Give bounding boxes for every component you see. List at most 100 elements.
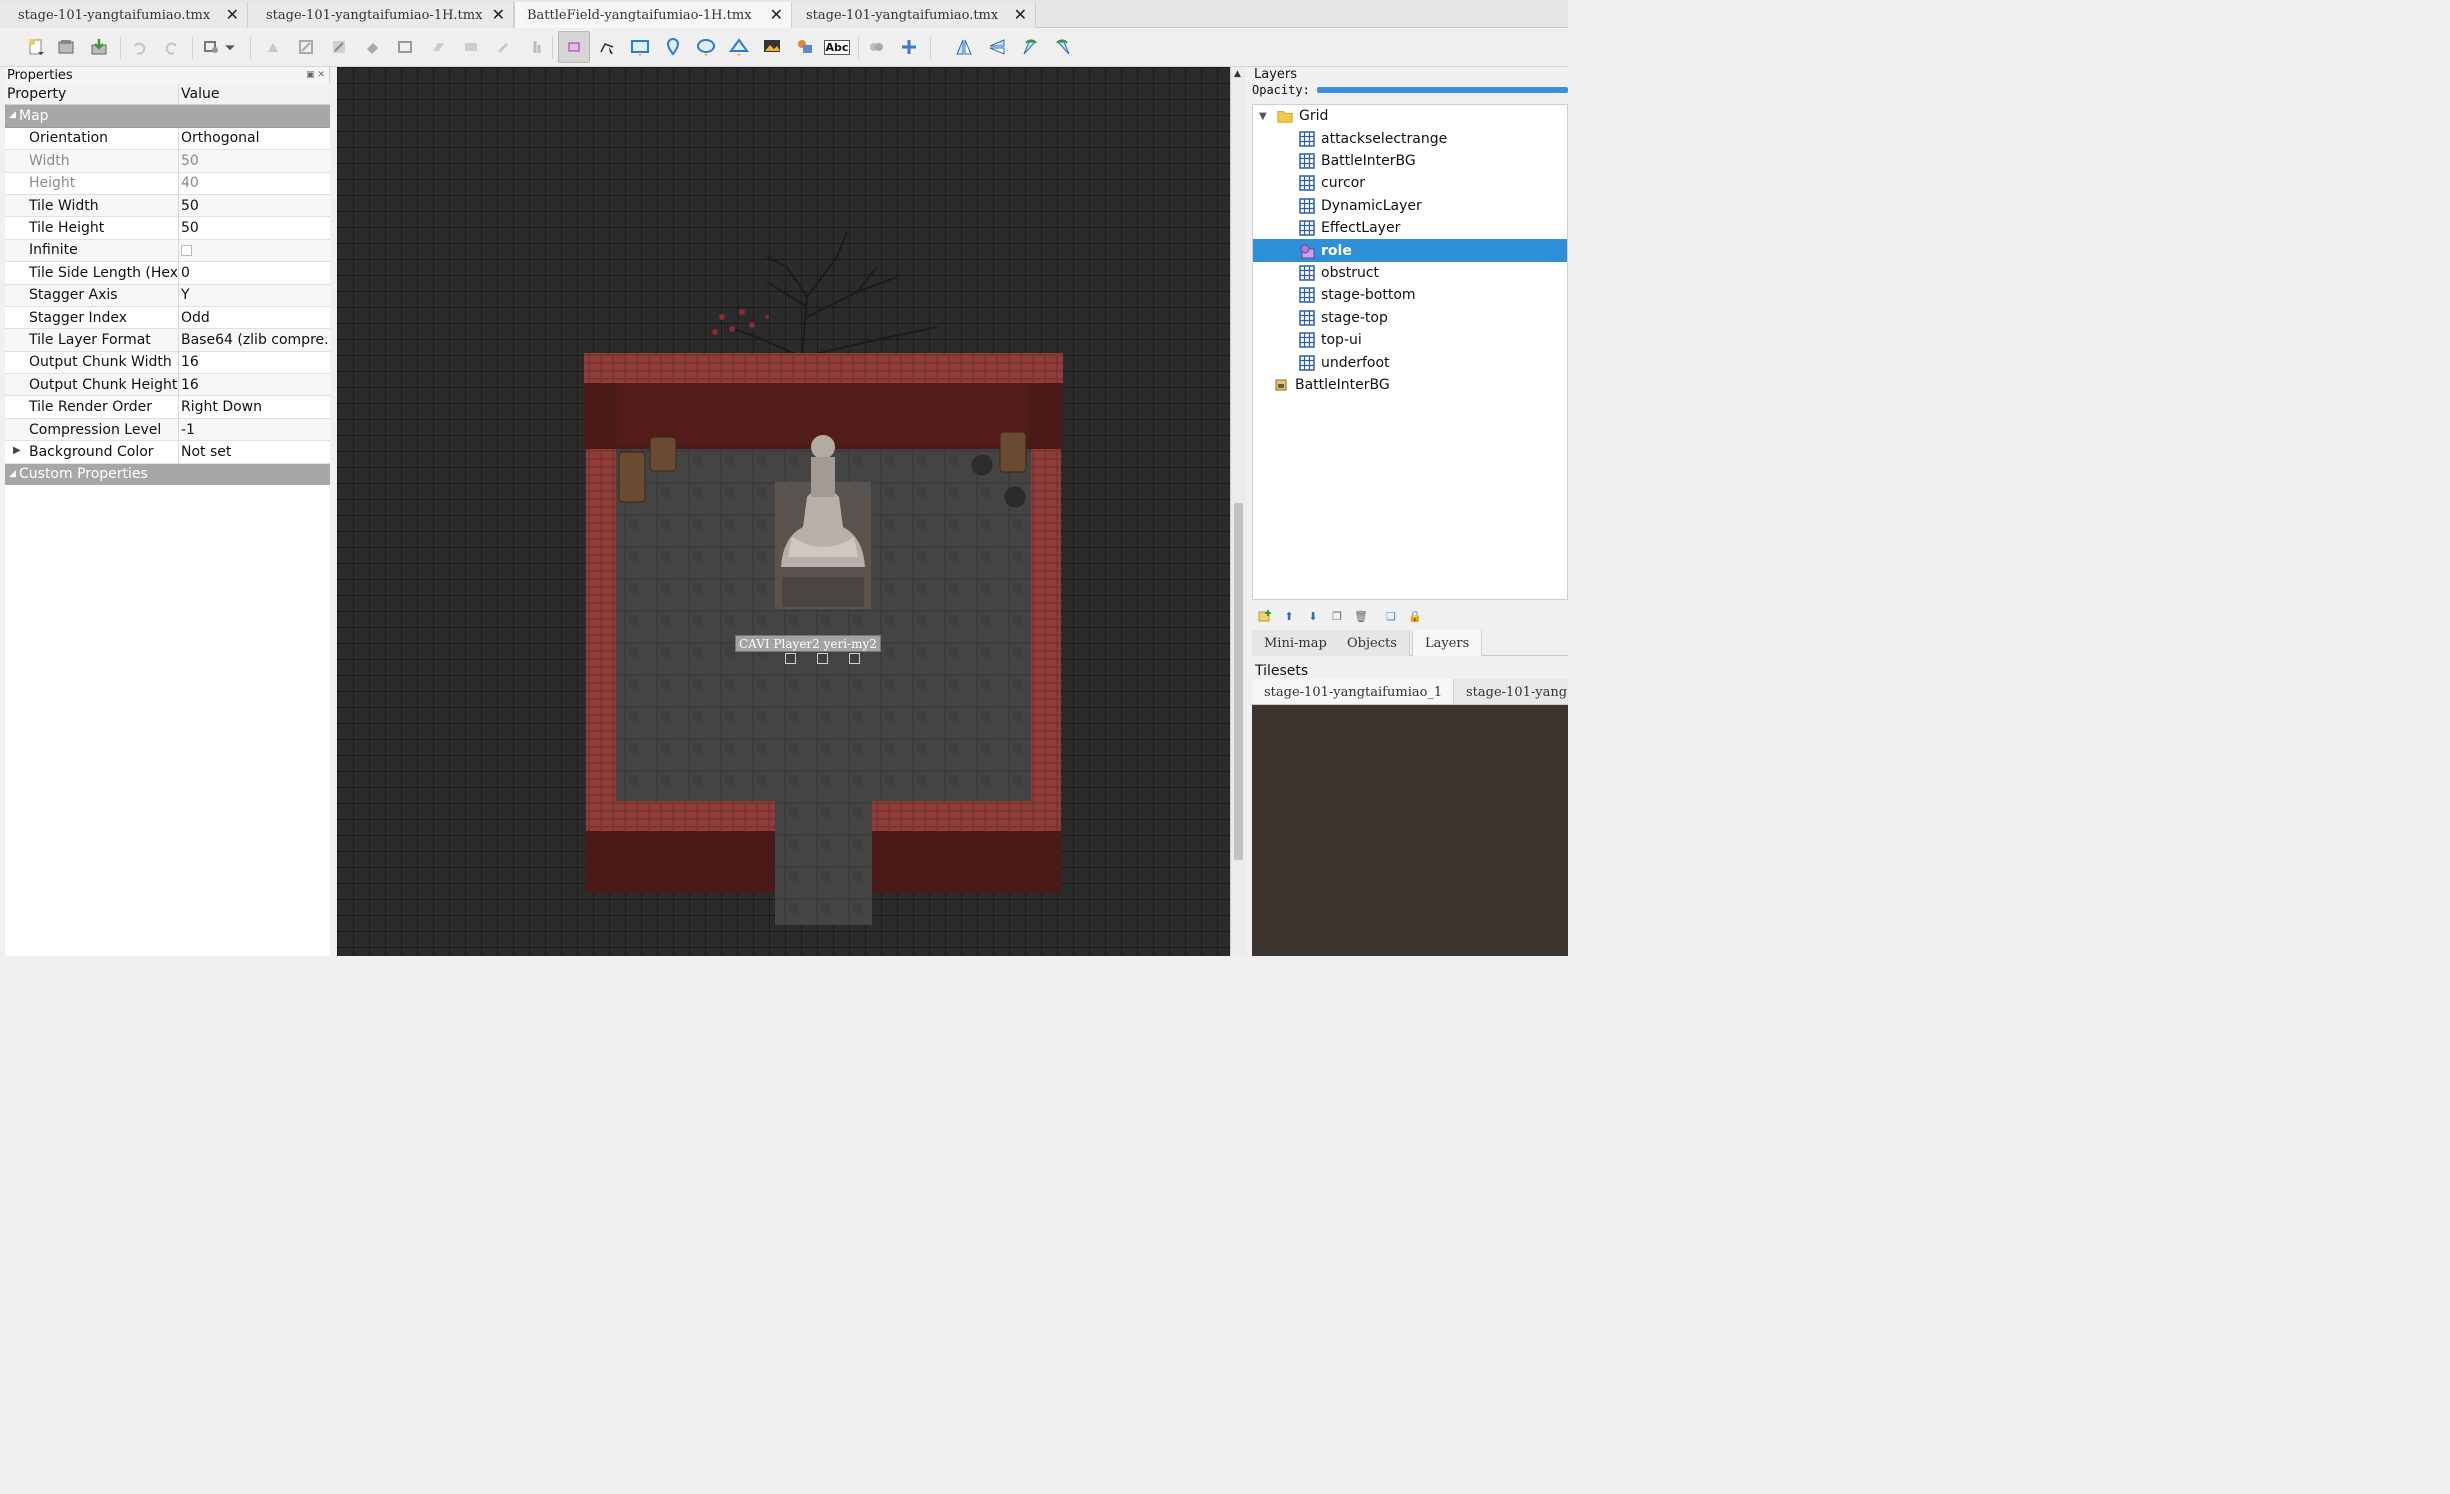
object-name-label[interactable]: CAVI Player2 yeri-my2 — [735, 635, 881, 652]
property-value[interactable]: 0 — [179, 262, 330, 283]
expand-arrow-icon[interactable]: ▼ — [1259, 111, 1267, 122]
select-same-icon[interactable] — [459, 35, 483, 59]
group-custom-properties[interactable]: ◢ Custom Properties — [5, 463, 330, 487]
open-icon[interactable] — [54, 35, 78, 59]
lower-layer-icon[interactable]: ⬇ — [1302, 606, 1324, 626]
close-icon[interactable]: ✕ — [1014, 5, 1027, 24]
tab-objects[interactable]: Objects — [1335, 630, 1410, 656]
tab-mini-map[interactable]: Mini-map — [1252, 630, 1340, 656]
canvas-vertical-scrollbar[interactable]: ▲ — [1230, 67, 1246, 956]
property-row[interactable]: Tile Side Length (Hex) 0 — [5, 262, 330, 285]
layer-item[interactable]: attackselectrange — [1253, 127, 1567, 149]
tab-stage-101-1h[interactable]: stage-101-yangtaifumiao-1H.tmx ✕ — [248, 2, 514, 28]
object-handle[interactable] — [785, 653, 796, 664]
property-row[interactable]: Stagger Axis Y — [5, 284, 330, 307]
property-value[interactable]: 50 — [179, 150, 330, 171]
property-row[interactable]: Compression Level -1 — [5, 418, 330, 442]
layer-group-grid[interactable]: ▼ Grid — [1253, 105, 1567, 127]
property-row[interactable]: Infinite — [5, 239, 330, 263]
object-handle[interactable] — [817, 653, 828, 664]
opacity-slider[interactable] — [1317, 87, 1568, 93]
dock-controls-icon[interactable]: ▣ ✕ — [306, 70, 325, 80]
edit-polygons-icon[interactable] — [595, 35, 619, 59]
property-row[interactable]: Tile Render Order Right Down — [5, 396, 330, 419]
lock-icon[interactable]: 🔒 — [1404, 606, 1426, 626]
property-row[interactable]: Tile Layer Format Base64 (zlib compre... — [5, 329, 330, 352]
property-row[interactable]: Tile Width 50 — [5, 194, 330, 218]
undo-icon[interactable] — [127, 35, 151, 59]
property-row[interactable]: Output Chunk Width 16 — [5, 351, 330, 375]
property-value[interactable]: 50 — [179, 195, 330, 216]
infinite-checkbox[interactable] — [181, 244, 192, 256]
new-map-icon[interactable] — [24, 35, 48, 59]
tile-picker-icon[interactable] — [492, 35, 516, 59]
layer-item[interactable]: top-ui — [1253, 329, 1567, 351]
toggle-others-icon[interactable]: ❏ — [1380, 606, 1402, 626]
rect-select-icon[interactable] — [393, 35, 417, 59]
expand-arrow-icon[interactable]: ▶ — [13, 445, 21, 456]
flip-horizontal-icon[interactable] — [952, 35, 976, 59]
eraser-icon[interactable] — [360, 35, 384, 59]
tab-battlefield-1h[interactable]: BattleField-yangtaifumiao-1H.tmx ✕ — [514, 2, 792, 29]
property-row[interactable]: Output Chunk Height 16 — [5, 374, 330, 397]
save-icon[interactable] — [87, 35, 111, 59]
property-value[interactable]: Odd — [179, 307, 330, 328]
property-value[interactable]: 50 — [179, 217, 330, 238]
tab-stage-101[interactable]: stage-101-yangtaifumiao.tmx ✕ — [0, 2, 248, 28]
rotate-right-icon[interactable] — [1051, 35, 1075, 59]
wang-mode-icon[interactable] — [897, 35, 921, 59]
random-mode-icon[interactable] — [864, 35, 888, 59]
magic-wand-icon[interactable] — [426, 35, 450, 59]
layer-item[interactable]: stage-bottom — [1253, 284, 1567, 306]
property-value[interactable]: 40 — [179, 173, 330, 194]
scroll-thumb[interactable] — [1234, 503, 1243, 860]
tab-stage-101-b[interactable]: stage-101-yangtaifumiao.tmx ✕ — [792, 2, 1036, 28]
object-select-icon[interactable] — [558, 31, 590, 63]
raise-layer-icon[interactable]: ⬆ — [1278, 606, 1300, 626]
redo-icon[interactable] — [160, 35, 184, 59]
property-value[interactable]: Not set — [179, 441, 330, 462]
layer-item[interactable]: underfoot — [1253, 351, 1567, 373]
collapse-arrow-icon[interactable]: ◢ — [9, 469, 16, 479]
layer-item[interactable]: obstruct — [1253, 262, 1567, 284]
property-row[interactable]: ▶ Background Color Not set — [5, 441, 330, 464]
property-value[interactable]: -1 — [179, 419, 330, 440]
scroll-up-arrow-icon[interactable]: ▲ — [1234, 69, 1241, 79]
property-row[interactable]: Height 40 — [5, 172, 330, 195]
property-row[interactable]: Tile Height 50 — [5, 217, 330, 240]
insert-point-icon[interactable] — [661, 35, 685, 59]
tab-layers[interactable]: Layers — [1412, 630, 1483, 656]
property-value[interactable]: Orthogonal — [179, 128, 330, 149]
property-value[interactable]: 16 — [179, 352, 330, 373]
duplicate-layer-icon[interactable]: ❐ — [1326, 606, 1348, 626]
map-canvas[interactable]: CAVI Player2 yeri-my2 — [337, 67, 1230, 956]
property-value[interactable]: Base64 (zlib compre... — [179, 329, 330, 350]
flip-vertical-icon[interactable] — [985, 35, 1009, 59]
rotate-left-icon[interactable] — [1018, 35, 1042, 59]
insert-polygon-icon[interactable] — [727, 35, 751, 59]
property-row[interactable]: Orientation Orthogonal — [5, 127, 330, 151]
bucket-fill-icon[interactable] — [294, 35, 318, 59]
tab-tileset-1[interactable]: stage-101-yangtaifumiao_1 — [1252, 679, 1454, 704]
close-icon[interactable]: ✕ — [492, 5, 505, 24]
object-handle[interactable] — [849, 653, 860, 664]
insert-ellipse-icon[interactable] — [694, 35, 718, 59]
close-icon[interactable]: ✕ — [770, 5, 783, 24]
shape-fill-icon[interactable] — [327, 35, 351, 59]
property-row[interactable]: Width 50 — [5, 150, 330, 173]
column-header-value[interactable]: Value — [179, 83, 330, 104]
layer-item[interactable]: EffectLayer — [1253, 217, 1567, 239]
terrain-brush-icon[interactable] — [261, 35, 285, 59]
dropdown-icon[interactable] — [222, 35, 238, 59]
tile-stamp-icon[interactable] — [525, 35, 549, 59]
insert-tile-icon[interactable] — [760, 35, 784, 59]
property-value[interactable]: 16 — [179, 374, 330, 395]
property-value[interactable]: Right Down — [179, 396, 330, 417]
insert-rectangle-icon[interactable] — [628, 35, 652, 59]
stamp-brush-icon[interactable] — [199, 35, 223, 59]
property-value[interactable]: Y — [179, 285, 330, 306]
layer-item[interactable]: BattleInterBG — [1253, 150, 1567, 172]
close-icon[interactable]: ✕ — [226, 5, 239, 24]
layer-item[interactable]: curcor — [1253, 172, 1567, 194]
insert-template-icon[interactable] — [793, 35, 817, 59]
